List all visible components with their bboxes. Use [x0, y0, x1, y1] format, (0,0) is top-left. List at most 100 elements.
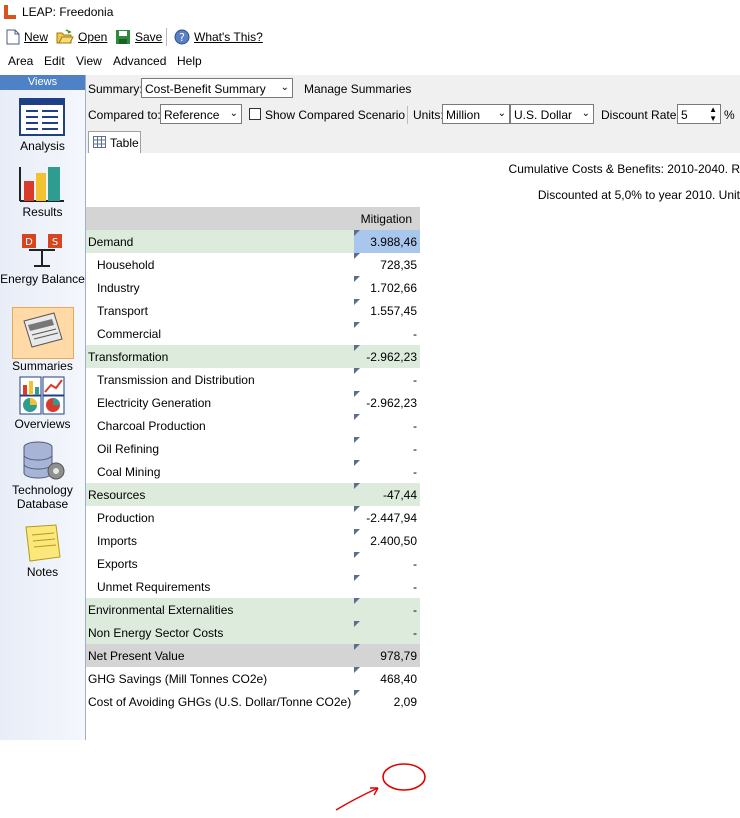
table-row[interactable]: Resources -47,44 [86, 483, 420, 506]
row-label-cell[interactable]: Imports [86, 529, 354, 552]
row-label-cell[interactable]: Charcoal Production [86, 414, 354, 437]
save-button[interactable]: Save [115, 27, 162, 47]
table-row[interactable]: Non Energy Sector Costs - [86, 621, 420, 644]
row-label: Cost of Avoiding GHGs (U.S. Dollar/Tonne… [88, 695, 352, 709]
row-label-cell[interactable]: Transformation [86, 345, 354, 368]
cell-note-marker [354, 529, 360, 535]
row-label-cell[interactable]: Transport [86, 299, 354, 322]
open-button[interactable]: Open [56, 27, 107, 47]
new-button[interactable]: New [6, 27, 48, 47]
row-label: Electricity Generation [97, 396, 212, 410]
table-row[interactable]: Electricity Generation -2.962,23 [86, 391, 420, 414]
table-row[interactable]: Cost of Avoiding GHGs (U.S. Dollar/Tonne… [86, 690, 420, 713]
table-row[interactable]: Transmission and Distribution - [86, 368, 420, 391]
row-value: 978,79 [380, 649, 417, 663]
row-value: 2,09 [393, 695, 417, 709]
row-value-cell[interactable]: 468,40 [354, 667, 420, 690]
menu-advanced[interactable]: Advanced [113, 54, 166, 68]
row-value-cell[interactable]: -2.962,23 [354, 391, 420, 414]
manage-summaries-button[interactable]: Manage Summaries [304, 82, 411, 96]
menu-edit[interactable]: Edit [44, 54, 65, 68]
row-label-cell[interactable]: Net Present Value [86, 644, 354, 667]
table-row[interactable]: Environmental Externalities - [86, 598, 420, 621]
compared-to-select[interactable]: Reference ⌄ [160, 104, 242, 124]
table-row[interactable]: Net Present Value 978,79 [86, 644, 420, 667]
row-value-cell[interactable]: 1.702,66 [354, 276, 420, 299]
row-label-cell[interactable]: Industry [86, 276, 354, 299]
row-value-cell[interactable]: - [354, 437, 420, 460]
row-value-cell[interactable]: 2.400,50 [354, 529, 420, 552]
row-label-cell[interactable]: Electricity Generation [86, 391, 354, 414]
table-row[interactable]: Production -2.447,94 [86, 506, 420, 529]
row-value: 3.988,46 [370, 235, 417, 249]
table-row[interactable]: Transformation -2.962,23 [86, 345, 420, 368]
row-value-cell[interactable]: 3.988,46 [354, 230, 420, 253]
show-compared-scenario-checkbox[interactable] [249, 108, 261, 120]
row-value-cell[interactable]: 978,79 [354, 644, 420, 667]
table-row[interactable]: Charcoal Production - [86, 414, 420, 437]
row-label-cell[interactable]: Demand [86, 230, 354, 253]
units-currency-select[interactable]: U.S. Dollar ⌄ [510, 104, 594, 124]
row-label-cell[interactable]: Environmental Externalities [86, 598, 354, 621]
row-label-cell[interactable]: Resources [86, 483, 354, 506]
discount-rate-spinner[interactable]: 5 ▲ ▼ [677, 104, 721, 124]
table-row[interactable]: Transport 1.557,45 [86, 299, 420, 322]
row-value-cell[interactable]: 728,35 [354, 253, 420, 276]
row-label: Household [97, 258, 155, 272]
row-label-cell[interactable]: Coal Mining [86, 460, 354, 483]
row-label-cell[interactable]: Cost of Avoiding GHGs (U.S. Dollar/Tonne… [86, 690, 354, 713]
row-value-cell[interactable]: - [354, 552, 420, 575]
row-value-cell[interactable]: - [354, 322, 420, 345]
row-label-cell[interactable]: Transmission and Distribution [86, 368, 354, 391]
table-row[interactable]: Commercial - [86, 322, 420, 345]
row-label: Charcoal Production [97, 419, 206, 433]
row-value-cell[interactable]: - [354, 621, 420, 644]
cell-note-marker [354, 253, 360, 259]
table-row[interactable]: Demand 3.988,46 [86, 230, 420, 253]
column-header-mitigation[interactable]: Mitigation [354, 207, 420, 230]
menu-area[interactable]: Area [8, 54, 33, 68]
row-value-cell[interactable]: - [354, 598, 420, 621]
analysis-icon [19, 98, 65, 136]
table-row[interactable]: Industry 1.702,66 [86, 276, 420, 299]
row-label-cell[interactable]: Household [86, 253, 354, 276]
menu-help[interactable]: Help [177, 54, 202, 68]
spinner-arrows-icon[interactable]: ▲ ▼ [709, 105, 717, 123]
table-row[interactable]: Oil Refining - [86, 437, 420, 460]
units-scale-select[interactable]: Million ⌄ [442, 104, 510, 124]
table-row[interactable]: Unmet Requirements - [86, 575, 420, 598]
menu-view[interactable]: View [76, 54, 102, 68]
row-value-cell[interactable]: -2.447,94 [354, 506, 420, 529]
row-label: Imports [97, 534, 138, 548]
row-label: Unmet Requirements [97, 580, 211, 594]
row-label-cell[interactable]: Non Energy Sector Costs [86, 621, 354, 644]
table-row[interactable]: Coal Mining - [86, 460, 420, 483]
row-value-cell[interactable]: -47,44 [354, 483, 420, 506]
report-header-line-1: Cumulative Costs & Benefits: 2010-2040. … [508, 162, 740, 176]
table-row[interactable]: GHG Savings (Mill Tonnes CO2e) 468,40 [86, 667, 420, 690]
units-label: Units: [413, 108, 444, 122]
table-row[interactable]: Imports 2.400,50 [86, 529, 420, 552]
row-value-cell[interactable]: -2.962,23 [354, 345, 420, 368]
row-value-cell[interactable]: - [354, 414, 420, 437]
row-value-cell[interactable]: - [354, 368, 420, 391]
save-disk-icon [116, 30, 130, 44]
row-label-cell[interactable]: Oil Refining [86, 437, 354, 460]
row-value-cell[interactable]: - [354, 575, 420, 598]
table-row[interactable]: Household 728,35 [86, 253, 420, 276]
tab-table[interactable]: Table [88, 131, 141, 153]
row-label-cell[interactable]: Exports [86, 552, 354, 575]
open-folder-icon [56, 29, 74, 44]
summary-select[interactable]: Cost-Benefit Summary ⌄ [141, 78, 293, 98]
table-row[interactable]: Exports - [86, 552, 420, 575]
title-bar: LEAP: Freedonia [0, 0, 740, 24]
whats-this-button[interactable]: ? What's This? [174, 27, 263, 47]
notes-icon [25, 524, 61, 562]
row-value-cell[interactable]: 2,09 [354, 690, 420, 713]
row-label-cell[interactable]: Unmet Requirements [86, 575, 354, 598]
row-label-cell[interactable]: GHG Savings (Mill Tonnes CO2e) [86, 667, 354, 690]
row-label-cell[interactable]: Production [86, 506, 354, 529]
row-value-cell[interactable]: - [354, 460, 420, 483]
row-label-cell[interactable]: Commercial [86, 322, 354, 345]
row-value-cell[interactable]: 1.557,45 [354, 299, 420, 322]
